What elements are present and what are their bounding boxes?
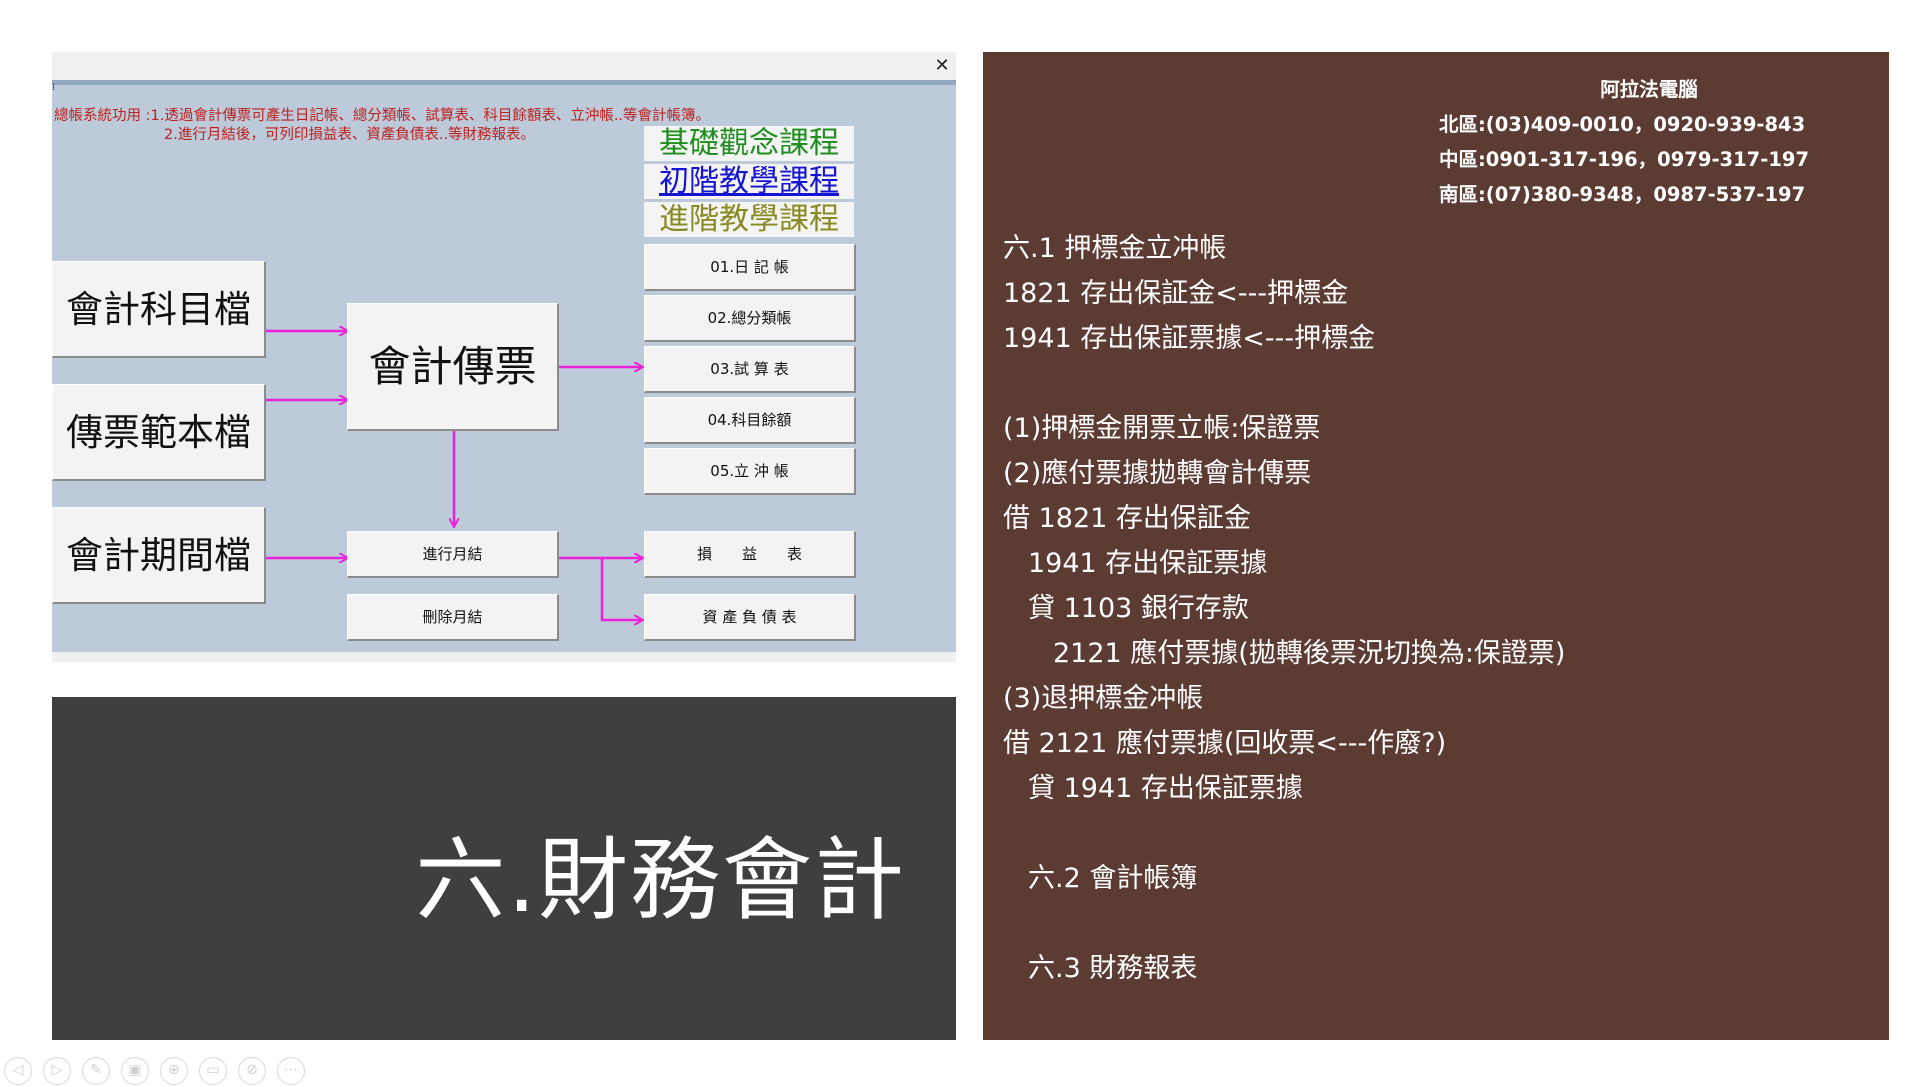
slide-title: 六.財務會計 (415, 828, 906, 933)
note-line: (3)退押標金冲帳 (1003, 683, 1204, 714)
note-line: 六.1 押標金立冲帳 (1003, 233, 1227, 264)
accounting-app-window: ✕ ⁞ 總帳系統功用 :1.透過會計傳票可產生日記帳、總分類帳、試算表、科目餘額… (52, 52, 956, 662)
camera-off-icon[interactable]: ⊘ (238, 1057, 266, 1085)
company-name: 阿拉法電腦 (1600, 78, 1698, 101)
notes-panel: 阿拉法電腦 北區:(03)409-0010，0920-939-843 中區:09… (983, 52, 1889, 1040)
note-line: 貸 1103 銀行存款 (1028, 593, 1249, 624)
app-bottom-strip (52, 652, 956, 662)
more-icon[interactable]: ⋯ (277, 1057, 305, 1085)
note-line: (2)應付票據拋轉會計傳票 (1003, 458, 1312, 489)
note-line: 2121 應付票據(拋轉後票況切換為:保證票) (1053, 638, 1566, 669)
delete-month-close-button[interactable]: 刪除月結 (347, 594, 559, 641)
note-line: 1941 存出保証票據 (1028, 548, 1268, 579)
accounting-period-file-button[interactable]: 會計期間檔 (52, 507, 266, 604)
slide-title-block: 六.財務會計 (52, 697, 956, 1040)
journal-button[interactable]: 01.日 記 帳 (644, 244, 856, 291)
note-line: 六.2 會計帳簿 (1028, 863, 1198, 894)
trial-balance-button[interactable]: 03.試 算 表 (644, 346, 856, 393)
accounting-voucher-button[interactable]: 會計傳票 (347, 303, 559, 431)
note-line: 借 1821 存出保証金 (1003, 503, 1251, 534)
contact-south: 南區:(07)380-9348，0987-537-197 (1439, 183, 1806, 206)
slides-icon[interactable]: ▣ (121, 1057, 149, 1085)
zoom-icon[interactable]: ⊕ (160, 1057, 188, 1085)
note-line: 1941 存出保証票據<---押標金 (1003, 323, 1376, 354)
account-master-file-button[interactable]: 會計科目檔 (52, 261, 266, 358)
general-ledger-button[interactable]: 02.總分類帳 (644, 295, 856, 342)
balance-sheet-button[interactable]: 資 產 負 債 表 (644, 594, 856, 641)
income-statement-button[interactable]: 損 益 表 (644, 531, 856, 578)
note-line: 借 2121 應付票據(回收票<---作廢?) (1003, 728, 1447, 759)
prev-icon[interactable]: ◁ (4, 1057, 32, 1085)
note-line: (1)押標金開票立帳:保證票 (1003, 413, 1321, 444)
note-line: 1821 存出保証金<---押標金 (1003, 278, 1349, 309)
contact-central: 中區:0901-317-196，0979-317-197 (1439, 148, 1810, 171)
account-balance-button[interactable]: 04.科目餘額 (644, 397, 856, 444)
contact-north: 北區:(03)409-0010，0920-939-843 (1439, 113, 1806, 136)
pen-icon[interactable]: ✎ (82, 1057, 110, 1085)
voucher-template-file-button[interactable]: 傳票範本檔 (52, 384, 266, 481)
month-close-button[interactable]: 進行月結 (347, 531, 559, 578)
note-line: 貸 1941 存出保証票據 (1028, 773, 1303, 804)
note-line: 六.3 財務報表 (1028, 953, 1198, 984)
contact-block: 阿拉法電腦 北區:(03)409-0010，0920-939-843 中區:09… (1439, 72, 1859, 212)
next-icon[interactable]: ▷ (43, 1057, 71, 1085)
subtitle-icon[interactable]: ▭ (199, 1057, 227, 1085)
offset-ledger-button[interactable]: 05.立 沖 帳 (644, 448, 856, 495)
